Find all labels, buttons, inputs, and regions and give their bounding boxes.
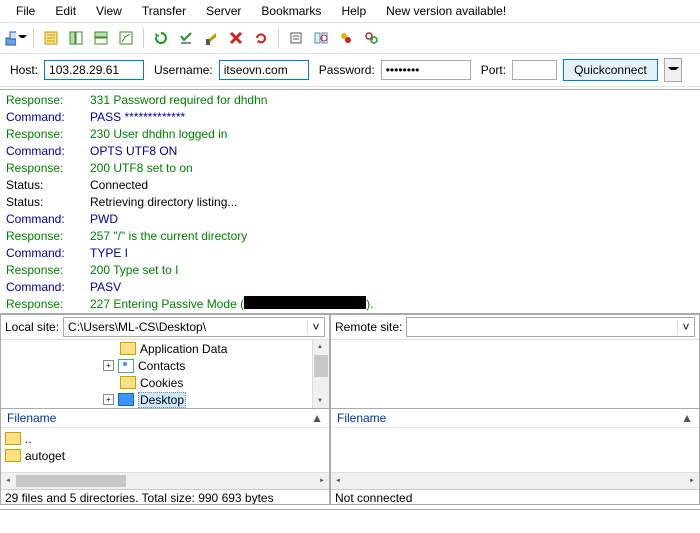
sync-browse-button[interactable]	[334, 26, 358, 50]
host-label: Host:	[10, 63, 38, 77]
menu-new-version[interactable]: New version available!	[376, 2, 516, 20]
filter-button[interactable]	[284, 26, 308, 50]
toggle-queue-button[interactable]	[114, 26, 138, 50]
toolbar	[0, 23, 700, 54]
menu-help[interactable]: Help	[331, 2, 376, 20]
log-line: Command:OPTS UTF8 ON	[6, 143, 694, 160]
chevron-down-icon	[18, 35, 27, 41]
folder-icon	[5, 449, 21, 462]
log-line: Response:331 Password required for dhdhn	[6, 92, 694, 109]
refresh-button[interactable]	[149, 26, 173, 50]
host-input[interactable]	[44, 60, 144, 80]
desktop-icon	[118, 393, 134, 406]
contacts-icon	[118, 359, 134, 373]
scroll-right-icon[interactable]: ►	[685, 474, 699, 488]
parent-folder-icon	[5, 432, 21, 445]
folder-icon	[120, 342, 136, 355]
reconnect-button[interactable]	[249, 26, 273, 50]
menu-bar: File Edit View Transfer Server Bookmarks…	[0, 0, 700, 23]
list-item[interactable]: autoget	[5, 447, 325, 464]
log-line: Command:PASV	[6, 279, 694, 296]
remote-pane: Remote site: ˅ Filename ▲ ◄ ► Not connec…	[330, 315, 700, 505]
horizontal-scrollbar[interactable]: ◄ ►	[1, 472, 329, 489]
remote-file-list[interactable]	[331, 428, 699, 472]
message-log[interactable]: Response:331 Password required for dhdhn…	[0, 89, 700, 314]
local-path-combo[interactable]: C:\Users\ML-CS\Desktop\ ˅	[63, 317, 325, 337]
remote-path-combo[interactable]: ˅	[406, 317, 695, 337]
search-button[interactable]	[359, 26, 383, 50]
disconnect-button[interactable]	[224, 26, 248, 50]
vertical-scrollbar[interactable]: ▲ ▼	[312, 340, 329, 408]
log-line: Command:PWD	[6, 211, 694, 228]
tree-item[interactable]: Cookies	[103, 374, 310, 391]
username-label: Username:	[154, 63, 213, 77]
local-file-list[interactable]: ..autoget	[1, 428, 329, 472]
log-line: Status:Retrieving directory listing...	[6, 194, 694, 211]
scroll-up-icon[interactable]: ▲	[311, 411, 323, 425]
expander-icon[interactable]: +	[103, 360, 114, 371]
scroll-up-icon[interactable]: ▲	[681, 411, 693, 425]
menu-server[interactable]: Server	[196, 2, 251, 20]
username-input[interactable]	[219, 60, 309, 80]
log-line: Command:PASS *************	[6, 109, 694, 126]
expander-icon[interactable]: +	[103, 394, 114, 405]
password-input[interactable]	[381, 60, 471, 80]
remote-file-header[interactable]: Filename ▲	[331, 409, 699, 428]
menu-edit[interactable]: Edit	[45, 2, 86, 20]
remote-site-label: Remote site:	[335, 320, 402, 334]
log-line: Command:TYPE I	[6, 245, 694, 262]
log-line: Response:200 Type set to I	[6, 262, 694, 279]
log-line: Status:Connected	[6, 177, 694, 194]
scroll-right-icon[interactable]: ►	[315, 474, 329, 488]
scroll-left-icon[interactable]: ◄	[1, 474, 15, 488]
horizontal-scrollbar[interactable]: ◄ ►	[331, 472, 699, 489]
list-item[interactable]: ..	[5, 430, 325, 447]
log-line: Response:230 User dhdhn logged in	[6, 126, 694, 143]
scroll-left-icon[interactable]: ◄	[331, 474, 345, 488]
tree-item[interactable]: +Desktop	[103, 391, 310, 408]
menu-transfer[interactable]: Transfer	[132, 2, 196, 20]
tree-item[interactable]: +Contacts	[103, 357, 310, 374]
password-label: Password:	[319, 63, 375, 77]
log-line: Response:227 Entering Passive Mode ().	[6, 296, 694, 313]
scroll-thumb[interactable]	[16, 475, 126, 487]
chevron-down-icon	[668, 67, 679, 73]
remote-status: Not connected	[331, 489, 699, 504]
local-file-header[interactable]: Filename ▲	[1, 409, 329, 428]
local-path-text: C:\Users\ML-CS\Desktop\	[64, 320, 307, 334]
quickconnect-button[interactable]: Quickconnect	[563, 59, 658, 81]
scroll-up-icon[interactable]: ▲	[313, 340, 327, 354]
file-panes: Local site: C:\Users\ML-CS\Desktop\ ˅ Ap…	[0, 314, 700, 505]
local-pane: Local site: C:\Users\ML-CS\Desktop\ ˅ Ap…	[0, 315, 330, 505]
menu-bookmarks[interactable]: Bookmarks	[251, 2, 331, 20]
local-status: 29 files and 5 directories. Total size: …	[1, 489, 329, 504]
local-site-label: Local site:	[5, 320, 59, 334]
menu-view[interactable]: View	[86, 2, 132, 20]
directory-compare-button[interactable]	[309, 26, 333, 50]
tree-item[interactable]: Application Data	[103, 340, 310, 357]
scroll-thumb[interactable]	[314, 355, 328, 377]
log-line: Response:257 "/" is the current director…	[6, 228, 694, 245]
quickconnect-bar: Host: Username: Password: Port: Quickcon…	[0, 54, 700, 87]
chevron-down-icon[interactable]: ˅	[307, 320, 324, 334]
remote-tree[interactable]	[331, 340, 699, 408]
port-label: Port:	[481, 63, 506, 77]
folder-icon	[120, 376, 136, 389]
toggle-local-tree-button[interactable]	[64, 26, 88, 50]
transfer-queue-divider	[0, 509, 700, 520]
process-queue-button[interactable]	[174, 26, 198, 50]
toggle-log-button[interactable]	[39, 26, 63, 50]
port-input[interactable]	[512, 60, 557, 80]
cancel-button[interactable]	[199, 26, 223, 50]
menu-file[interactable]: File	[6, 2, 45, 20]
scroll-down-icon[interactable]: ▼	[313, 394, 327, 408]
site-manager-button[interactable]	[4, 26, 28, 50]
quickconnect-dropdown[interactable]	[664, 58, 682, 82]
log-line: Response:200 UTF8 set to on	[6, 160, 694, 177]
chevron-down-icon[interactable]: ˅	[677, 320, 694, 334]
local-tree[interactable]: Application Data+ContactsCookies+Desktop	[1, 340, 312, 408]
toggle-remote-tree-button[interactable]	[89, 26, 113, 50]
